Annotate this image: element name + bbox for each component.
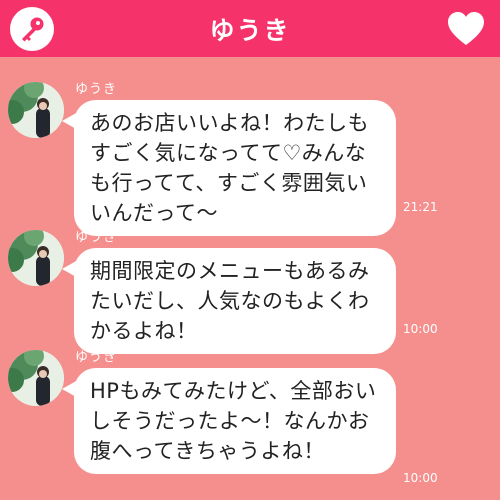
avatar[interactable] [8, 230, 64, 286]
message-bubble[interactable]: HPもみてみたけど、全部おいしそうだったよ〜！なんかお腹へってきちゃうよね！ [62, 368, 396, 474]
message-time: 10:00 [403, 322, 438, 336]
avatar-photo [8, 350, 64, 406]
message-time: 10:00 [403, 471, 438, 485]
avatar[interactable] [8, 82, 64, 138]
chat-title: ゆうき [209, 15, 291, 45]
message-time: 21:21 [403, 200, 438, 214]
key-icon [22, 17, 44, 42]
key-button[interactable] [10, 7, 54, 51]
message-bubble[interactable]: 期間限定のメニューもあるみたいだし、人気なのもよくわかるよね！ [62, 248, 396, 354]
sender-name: ゆうき [75, 82, 118, 97]
avatar-photo [8, 230, 64, 286]
favorite-button[interactable] [444, 9, 488, 49]
avatar-photo [8, 82, 64, 138]
sender-name: ゆうき [75, 230, 118, 245]
avatar[interactable] [8, 350, 64, 406]
message-bubble[interactable]: あのお店いいよね！わたしもすごく気になってて♡みんなも行ってて、すごく雰囲気いい… [62, 100, 396, 236]
heart-icon [448, 12, 484, 45]
sender-name: ゆうき [75, 350, 118, 365]
chat-header: ゆうき [0, 0, 500, 57]
